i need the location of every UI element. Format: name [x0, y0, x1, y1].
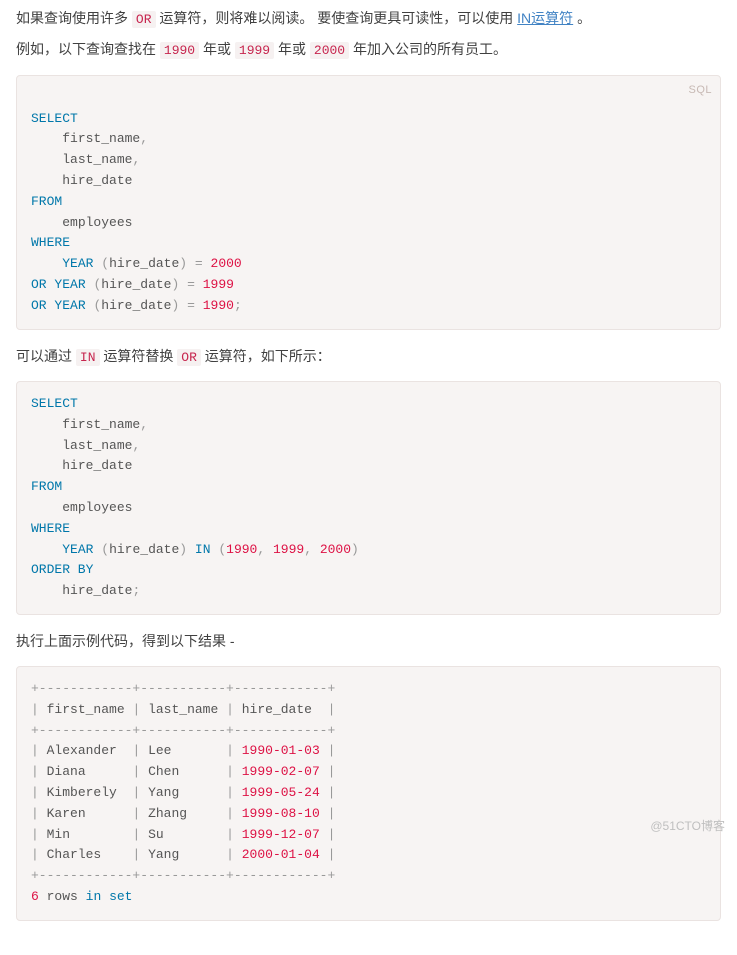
kw-from: FROM	[31, 479, 62, 494]
fn-year: YEAR	[62, 542, 93, 557]
or-inline-code: OR	[177, 349, 201, 366]
year-2000-code: 2000	[310, 42, 349, 59]
text: 运算符，则将难以阅读。 要使查询更具可读性，可以使用	[159, 10, 517, 26]
num-2000: 2000	[211, 256, 242, 271]
table-employees: employees	[62, 500, 132, 515]
kw-orderby: ORDER BY	[31, 562, 93, 577]
table-employees: employees	[62, 215, 132, 230]
num-1999: 1999	[273, 542, 304, 557]
replace-paragraph: 可以通过 IN 运算符替换 OR 运算符，如下所示：	[16, 344, 721, 369]
fn-year: YEAR	[54, 277, 85, 292]
kw-or-2: OR	[31, 298, 47, 313]
arg-hiredate: hire_date	[109, 256, 179, 271]
num-1999: 1999	[203, 277, 234, 292]
kw-select: SELECT	[31, 111, 78, 126]
in-operator-link[interactable]: IN运算符	[517, 10, 573, 26]
text: 可以通过	[16, 348, 76, 364]
col-firstname: first_name	[62, 131, 140, 146]
text: 如果查询使用许多	[16, 10, 132, 26]
kw-in: IN	[195, 542, 211, 557]
kw-where: WHERE	[31, 521, 70, 536]
language-badge: SQL	[688, 82, 712, 100]
kw-from: FROM	[31, 194, 62, 209]
col-hiredate: hire_date	[62, 458, 132, 473]
text: 。	[577, 10, 591, 26]
or-inline-code: OR	[132, 11, 156, 28]
arg-hiredate: hire_date	[109, 542, 179, 557]
num-1990: 1990	[203, 298, 234, 313]
fn-year: YEAR	[62, 256, 93, 271]
col-lastname: last_name	[62, 152, 132, 167]
intro-paragraph-2: 例如，以下查询查找在 1990 年或 1999 年或 2000 年加入公司的所有…	[16, 37, 721, 62]
result-intro: 执行上面示例代码，得到以下结果 -	[16, 629, 721, 654]
in-inline-code: IN	[76, 349, 100, 366]
kw-select: SELECT	[31, 396, 78, 411]
text: 运算符，如下所示：	[205, 348, 331, 364]
text: 年或	[203, 41, 235, 57]
col-hiredate: hire_date	[62, 173, 132, 188]
text: 年或	[278, 41, 310, 57]
col-firstname: first_name	[62, 417, 140, 432]
kw-where: WHERE	[31, 235, 70, 250]
text: 年加入公司的所有员工。	[353, 41, 507, 57]
fn-year: YEAR	[54, 298, 85, 313]
num-1990: 1990	[226, 542, 257, 557]
result-block[interactable]: +------------+-----------+------------+ …	[16, 666, 721, 921]
kw-or-1: OR	[31, 277, 47, 292]
year-1990-code: 1990	[160, 42, 199, 59]
num-2000: 2000	[320, 542, 351, 557]
year-1999-code: 1999	[235, 42, 274, 59]
sql-or-query-block[interactable]: SQLSELECT first_name, last_name, hire_da…	[16, 75, 721, 330]
arg-hiredate: hire_date	[101, 298, 171, 313]
text: 例如，以下查询查找在	[16, 41, 160, 57]
sql-in-query-block[interactable]: SELECT first_name, last_name, hire_date …	[16, 381, 721, 615]
order-col: hire_date	[62, 583, 132, 598]
arg-hiredate: hire_date	[101, 277, 171, 292]
text: 运算符替换	[103, 348, 177, 364]
col-lastname: last_name	[62, 438, 132, 453]
intro-paragraph-1: 如果查询使用许多 OR 运算符，则将难以阅读。 要使查询更具可读性，可以使用 I…	[16, 6, 721, 31]
